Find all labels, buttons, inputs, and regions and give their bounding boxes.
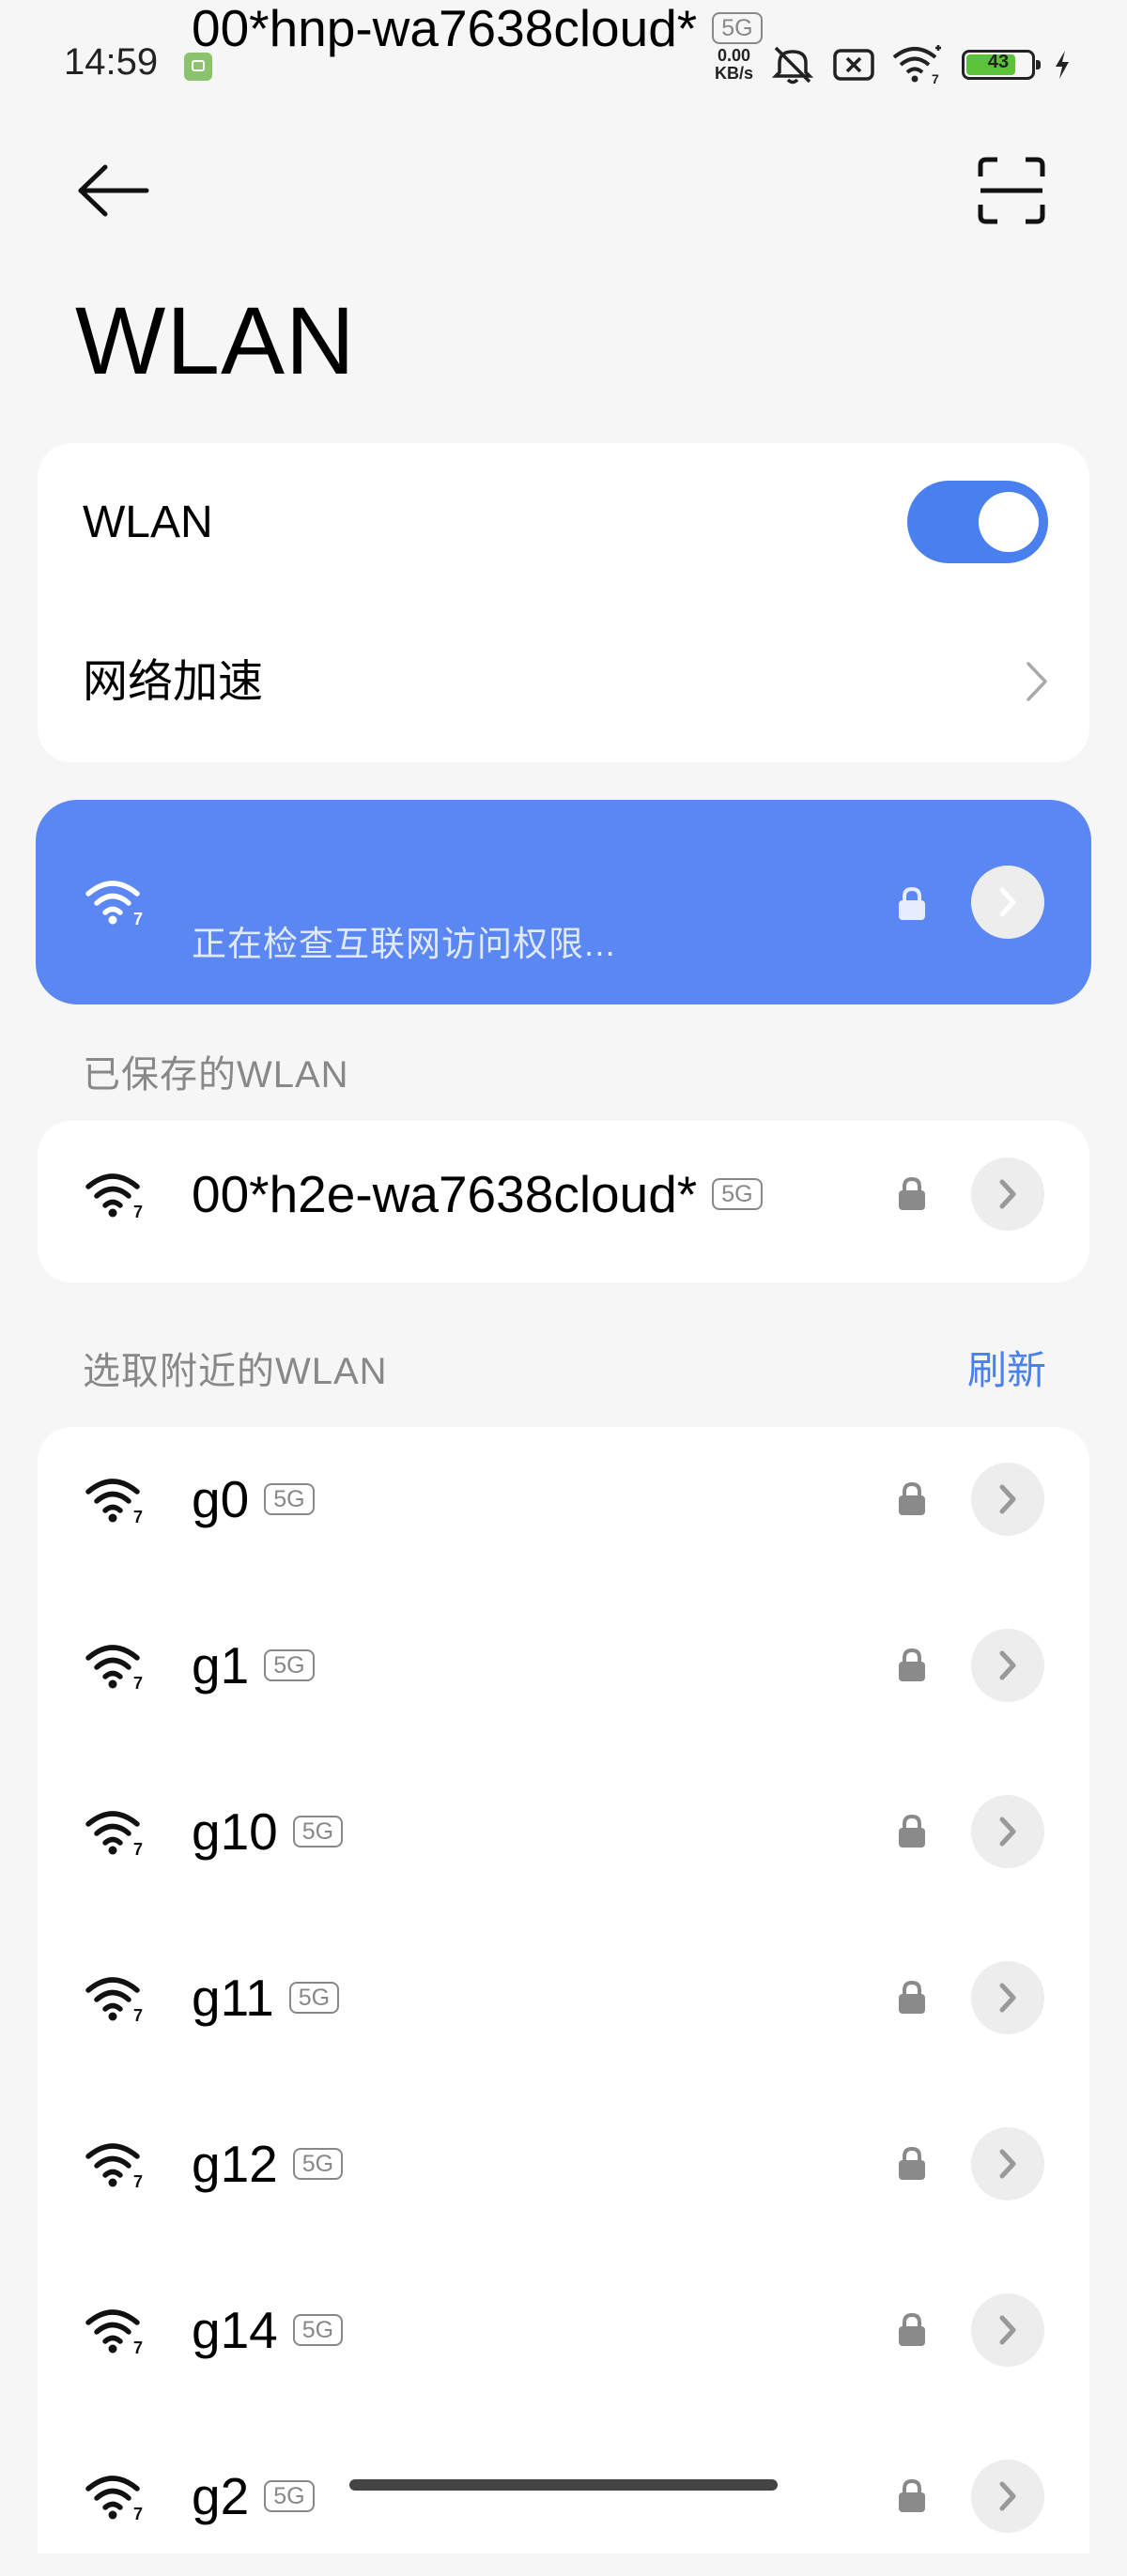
saved-networks-label: 已保存的WLAN — [83, 1054, 349, 1096]
svg-text:7: 7 — [133, 2505, 143, 2521]
wifi-signal-icon: 7 — [85, 1170, 147, 1221]
charging-icon — [1056, 51, 1069, 79]
status-icons: 0.00 KB/s 7 43 — [715, 39, 1073, 90]
network-ssid: g2 — [192, 2467, 250, 2525]
network-accelerate-label: 网络加速 — [83, 657, 264, 707]
svg-text:7: 7 — [932, 71, 939, 85]
battery-level: 43 — [987, 52, 1010, 72]
connected-network-name: 00*hnp-wa7638cloud* 5G — [192, 0, 763, 56]
wlan-toggle-switch[interactable] — [907, 481, 1048, 563]
lock-icon — [896, 1176, 928, 1212]
lock-icon — [896, 1980, 928, 2016]
wifi-signal-icon: 7 — [85, 1807, 147, 1859]
back-arrow-icon[interactable] — [71, 158, 156, 223]
refresh-button[interactable]: 刷新 — [967, 1339, 1046, 1396]
wifi-signal-icon: 7 — [85, 881, 143, 926]
band-badge: 5G — [264, 1649, 315, 1681]
band-badge: 5G — [292, 1816, 344, 1848]
lock-icon — [896, 2312, 928, 2348]
band-badge: 5G — [292, 2314, 344, 2346]
home-indicator — [349, 2479, 778, 2491]
nearby-network-name: g2 5G — [192, 2468, 315, 2524]
network-accelerate-row[interactable]: 网络加速 — [38, 603, 1089, 762]
chevron-right-icon — [1027, 662, 1047, 701]
status-time: 14:59 — [64, 41, 159, 83]
toggle-knob — [979, 492, 1039, 552]
network-detail-button[interactable] — [971, 1463, 1044, 1536]
wifi-signal-icon: 7 — [85, 2306, 147, 2357]
scan-qr-icon[interactable] — [977, 156, 1046, 225]
nearby-network-name: g11 5G — [192, 1969, 340, 2027]
mute-icon — [771, 46, 814, 84]
band-badge: 5G — [712, 12, 763, 44]
wlan-settings-card: WLAN 网络加速 — [38, 443, 1089, 762]
network-detail-button[interactable] — [971, 1795, 1044, 1868]
sim-error-icon — [833, 49, 874, 81]
band-badge: 5G — [288, 1982, 340, 2014]
network-ssid: g14 — [192, 2301, 278, 2359]
lock-icon — [896, 1648, 928, 1683]
wifi-signal-icon: 7 — [85, 1641, 147, 1693]
nearby-network-name: g0 5G — [192, 1471, 315, 1527]
network-detail-button[interactable] — [971, 2460, 1044, 2533]
battery-icon: 43 — [962, 50, 1041, 80]
band-badge: 5G — [712, 1178, 763, 1210]
lock-icon — [899, 886, 925, 920]
wifi-signal-icon: 7 — [85, 2139, 147, 2191]
lock-icon — [896, 1814, 928, 1849]
nearby-networks-label: 选取附近的WLAN — [83, 1351, 388, 1392]
network-detail-button[interactable] — [971, 2293, 1044, 2367]
net-speed-unit: KB/s — [714, 64, 753, 83]
network-ssid: g11 — [192, 1969, 274, 2027]
nearby-network-name: g10 5G — [192, 1802, 344, 1861]
lock-icon — [896, 2146, 928, 2182]
network-ssid: g1 — [192, 1636, 250, 1694]
svg-text:7: 7 — [133, 1203, 143, 1219]
network-ssid: g0 — [192, 1470, 250, 1528]
nearby-network-name: g14 5G — [192, 2301, 344, 2359]
band-badge: 5G — [264, 1483, 315, 1515]
network-detail-button[interactable] — [971, 1158, 1044, 1231]
svg-text:7: 7 — [133, 1508, 143, 1524]
network-detail-button[interactable] — [971, 2127, 1044, 2200]
network-detail-button[interactable] — [971, 1961, 1044, 2034]
connected-network-card[interactable] — [36, 800, 1091, 1004]
lock-icon — [896, 1481, 928, 1517]
svg-text:7: 7 — [133, 2338, 143, 2354]
wlan-toggle-label: WLAN — [83, 498, 213, 547]
lock-icon — [896, 2478, 928, 2514]
network-ssid: 00*h2e-wa7638cloud* — [192, 1165, 698, 1223]
wifi-signal-icon: 7 — [85, 2472, 147, 2523]
nearby-network-name: g1 5G — [192, 1637, 315, 1694]
svg-text:7: 7 — [133, 2172, 143, 2188]
wlan-toggle-row[interactable]: WLAN — [38, 443, 1089, 603]
svg-text:7: 7 — [133, 1840, 143, 1856]
network-ssid: g12 — [192, 2135, 278, 2193]
page-title: WLAN — [75, 287, 356, 394]
connected-network-detail-button[interactable] — [971, 866, 1044, 939]
saved-network-name: 00*h2e-wa7638cloud* 5G — [192, 1166, 763, 1222]
network-detail-button[interactable] — [971, 1629, 1044, 1702]
network-ssid: g10 — [192, 1802, 278, 1861]
wifi-signal-icon: 7 — [85, 1973, 147, 2025]
svg-text:7: 7 — [133, 910, 143, 926]
svg-text:7: 7 — [133, 2006, 143, 2022]
band-badge: 5G — [292, 2148, 344, 2180]
svg-text:7: 7 — [133, 1674, 143, 1690]
wifi-signal-icon: 7 — [85, 1475, 147, 1526]
wifi-7-icon: 7 — [892, 45, 941, 85]
connected-ssid: 00*hnp-wa7638cloud* — [192, 0, 698, 57]
connection-status: 正在检查互联网访问权限... — [192, 925, 616, 963]
band-badge: 5G — [264, 2480, 315, 2512]
nearby-network-name: g12 5G — [192, 2135, 344, 2193]
